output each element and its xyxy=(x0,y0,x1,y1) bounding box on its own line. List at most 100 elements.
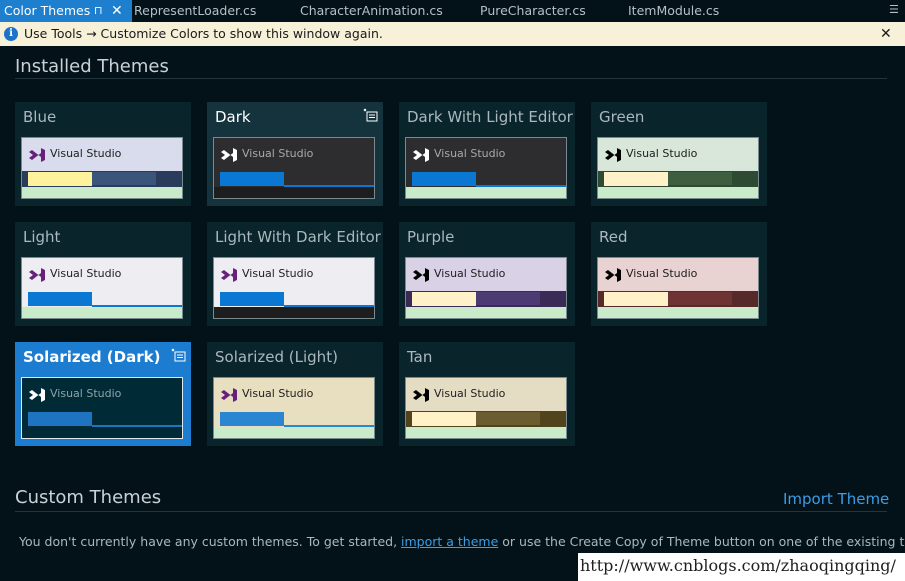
tab-represent-loader[interactable]: RepresentLoader.cs xyxy=(134,0,256,22)
theme-name: Purple xyxy=(407,228,455,246)
theme-name: Solarized (Dark) xyxy=(23,348,161,366)
preview-b2 xyxy=(476,412,540,426)
theme-preview: Visual Studio xyxy=(213,137,375,199)
theme-preview: Visual Studio xyxy=(597,257,759,319)
create-copy-icon[interactable] xyxy=(362,108,378,122)
tab-item-module[interactable]: ItemModule.cs xyxy=(628,0,719,22)
installed-themes-divider xyxy=(15,78,887,79)
visual-studio-logo-icon xyxy=(605,268,621,282)
theme-preview: Visual Studio xyxy=(213,257,375,319)
document-tab-strip: Color Themes ⊓ ✕ RepresentLoader.cs Char… xyxy=(0,0,905,22)
theme-card-solarized-light[interactable]: Solarized (Light) Visual Studio xyxy=(207,342,383,446)
custom-themes-heading: Custom Themes xyxy=(15,487,162,508)
theme-card-dark-with-light-editor[interactable]: Dark With Light Editor Visual Studio xyxy=(399,102,575,206)
visual-studio-logo-icon xyxy=(413,148,429,162)
theme-name: Tan xyxy=(407,348,433,366)
preview-label: Visual Studio xyxy=(626,147,698,160)
preview-label: Visual Studio xyxy=(50,147,122,160)
theme-preview: Visual Studio xyxy=(405,137,567,199)
info-icon: i xyxy=(4,27,18,41)
preview-bottom xyxy=(22,427,182,438)
preview-bottom xyxy=(406,187,566,198)
create-copy-icon[interactable] xyxy=(170,348,186,362)
preview-bottom xyxy=(214,187,374,198)
theme-card-solarized-dark[interactable]: Solarized (Dark) Visual Studio xyxy=(15,342,191,446)
theme-name: Dark xyxy=(215,108,251,126)
theme-preview: Visual Studio xyxy=(405,257,567,319)
preview-label: Visual Studio xyxy=(50,387,122,400)
preview-bottom xyxy=(214,307,374,318)
theme-name: Dark With Light Editor xyxy=(407,108,573,126)
preview-b2 xyxy=(92,172,156,186)
tab-character-animation[interactable]: CharacterAnimation.cs xyxy=(300,0,443,22)
preview-b2 xyxy=(284,172,348,186)
theme-card-green[interactable]: Green Visual Studio xyxy=(591,102,767,206)
theme-card-light[interactable]: Light Visual Studio xyxy=(15,222,191,326)
theme-preview: Visual Studio xyxy=(213,377,375,439)
custom-themes-divider xyxy=(15,511,887,512)
theme-card-light-with-dark-editor[interactable]: Light With Dark Editor Visual Studio xyxy=(207,222,383,326)
pin-icon[interactable]: ⊓ xyxy=(94,0,103,22)
preview-b1 xyxy=(604,172,668,186)
custom-msg-before: You don't currently have any custom them… xyxy=(19,534,402,549)
visual-studio-logo-icon xyxy=(29,148,45,162)
installed-themes-heading: Installed Themes xyxy=(15,56,169,77)
preview-b1 xyxy=(412,172,476,186)
visual-studio-logo-icon xyxy=(221,148,237,162)
preview-b2 xyxy=(92,412,156,426)
preview-bottom xyxy=(598,307,758,318)
preview-b1 xyxy=(28,412,92,426)
theme-card-tan[interactable]: Tan Visual Studio xyxy=(399,342,575,446)
preview-b2 xyxy=(92,292,156,306)
preview-label: Visual Studio xyxy=(50,267,122,280)
visual-studio-logo-icon xyxy=(29,268,45,282)
preview-b1 xyxy=(220,172,284,186)
theme-card-purple[interactable]: Purple Visual Studio xyxy=(399,222,575,326)
theme-name: Solarized (Light) xyxy=(215,348,338,366)
custom-themes-message: You don't currently have any custom them… xyxy=(19,534,905,549)
tab-color-themes[interactable]: Color Themes ⊓ ✕ xyxy=(0,0,132,22)
preview-b1 xyxy=(28,172,92,186)
theme-card-dark[interactable]: Dark Visual Studio xyxy=(207,102,383,206)
tab-color-themes-label: Color Themes xyxy=(4,3,91,18)
preview-label: Visual Studio xyxy=(242,387,314,400)
theme-card-red[interactable]: Red Visual Studio xyxy=(591,222,767,326)
close-infobar-icon[interactable]: ✕ xyxy=(880,22,892,46)
theme-preview: Visual Studio xyxy=(21,257,183,319)
preview-label: Visual Studio xyxy=(626,267,698,280)
preview-bottom xyxy=(22,307,182,318)
theme-name: Green xyxy=(599,108,645,126)
preview-b1 xyxy=(604,292,668,306)
preview-label: Visual Studio xyxy=(434,267,506,280)
visual-studio-logo-icon xyxy=(413,268,429,282)
theme-preview: Visual Studio xyxy=(597,137,759,199)
preview-bottom xyxy=(598,187,758,198)
visual-studio-logo-icon xyxy=(413,388,429,402)
theme-name: Light With Dark Editor xyxy=(215,228,381,246)
close-tab-icon[interactable]: ✕ xyxy=(111,0,123,22)
import-a-theme-link[interactable]: import a theme xyxy=(401,534,498,549)
preview-b2 xyxy=(284,292,348,306)
theme-name: Blue xyxy=(23,108,57,126)
preview-bottom xyxy=(22,187,182,198)
preview-b1 xyxy=(28,292,92,306)
preview-label: Visual Studio xyxy=(434,147,506,160)
preview-label: Visual Studio xyxy=(434,387,506,400)
tab-overflow-icon[interactable]: ☰ xyxy=(889,0,899,20)
preview-b2 xyxy=(476,172,540,186)
visual-studio-logo-icon xyxy=(221,268,237,282)
theme-card-blue[interactable]: Blue Visual Studio xyxy=(15,102,191,206)
import-theme-link[interactable]: Import Theme xyxy=(783,490,889,508)
preview-label: Visual Studio xyxy=(242,267,314,280)
preview-b1 xyxy=(220,292,284,306)
theme-name: Light xyxy=(23,228,61,246)
custom-msg-after: or use the Create Copy of Theme button o… xyxy=(502,534,905,549)
tab-pure-character[interactable]: PureCharacter.cs xyxy=(480,0,586,22)
preview-b1 xyxy=(412,292,476,306)
preview-label: Visual Studio xyxy=(242,147,314,160)
theme-preview: Visual Studio xyxy=(21,377,183,439)
preview-b2 xyxy=(476,292,540,306)
theme-name: Red xyxy=(599,228,628,246)
visual-studio-logo-icon xyxy=(605,148,621,162)
watermark-url: http://www.cnblogs.com/zhaoqingqing/ xyxy=(578,553,905,581)
